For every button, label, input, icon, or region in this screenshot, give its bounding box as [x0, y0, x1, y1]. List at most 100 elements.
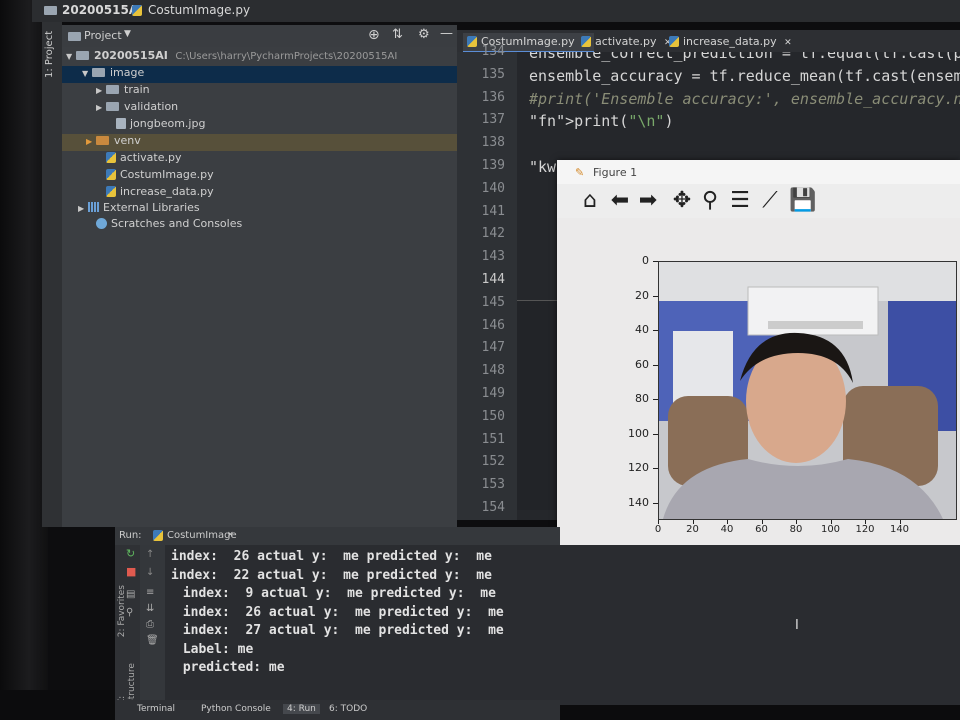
x-tick-label: 120: [855, 524, 875, 535]
forward-icon[interactable]: ➡: [635, 188, 661, 214]
rerun-icon[interactable]: ↻: [126, 547, 135, 560]
tab-terminal[interactable]: Terminal: [137, 704, 175, 714]
tree-item-validation[interactable]: ▶ validation: [96, 100, 178, 117]
console-line: index: 26 actual y: me predicted y: me: [171, 549, 492, 564]
tree-item-activate[interactable]: activate.py: [106, 151, 181, 168]
close-icon[interactable]: ✕: [784, 38, 792, 48]
folder-icon: [96, 136, 109, 145]
tree-item-venv[interactable]: ▶ venv: [62, 134, 457, 151]
tab-todo[interactable]: 6: TODO: [329, 704, 367, 714]
expand-arrow-icon[interactable]: ▼: [82, 69, 92, 78]
tree-item-image[interactable]: ▼ image: [62, 66, 457, 83]
project-toolbar: Project ▼ ⊕ ⇅ ⚙ —: [62, 25, 457, 47]
bottom-tool-tabs: Terminal Python Console 4: Run 6: TODO: [115, 700, 560, 720]
x-tick-mark: [658, 520, 659, 524]
project-view-selector[interactable]: Project: [84, 29, 122, 42]
home-icon[interactable]: ⌂: [577, 188, 603, 214]
figure-toolbar: ⌂ ⬅ ➡ ✥ ⚲ ☰ ⟋ 💾: [557, 184, 960, 218]
tree-item-external-libraries[interactable]: ▶ External Libraries: [78, 201, 200, 218]
breadcrumb-file[interactable]: CostumImage.py: [148, 3, 250, 17]
up-icon[interactable]: ↑: [146, 549, 154, 560]
figure-title: Figure 1: [593, 166, 638, 179]
tree-item-root[interactable]: ▼ 20200515AI C:\Users\harry\PycharmProjec…: [66, 49, 456, 66]
trash-icon[interactable]: 🗑: [146, 635, 159, 646]
line-number: 150: [481, 408, 505, 424]
down-icon[interactable]: ↓: [146, 567, 154, 578]
line-number: 152: [481, 454, 505, 470]
folder-icon: [106, 85, 119, 94]
close-icon[interactable]: ✕: [227, 530, 234, 539]
structure-tool-button[interactable]: Z: Structure: [117, 653, 137, 705]
figure-title-bar: ✎ Figure 1: [557, 160, 960, 184]
layout-icon[interactable]: ▤: [126, 589, 135, 600]
image-file-icon: [116, 118, 126, 129]
line-number: 134: [481, 44, 505, 59]
tree-item-scratches[interactable]: Scratches and Consoles: [96, 217, 242, 234]
scroll-end-icon[interactable]: ⇊: [146, 603, 154, 614]
monitor-bezel: [0, 0, 48, 720]
expand-arrow-icon[interactable]: ▼: [66, 52, 76, 61]
code-line: ensemble_correct_prediction = tf.equal(t…: [529, 52, 960, 62]
x-tick-label: 0: [654, 524, 662, 535]
tree-item-train[interactable]: ▶ train: [96, 83, 150, 100]
line-number: 148: [481, 363, 505, 379]
folder-icon: [76, 51, 89, 60]
x-tick-label: 80: [789, 524, 803, 535]
code-line: ensemble_accuracy = tf.reduce_mean(tf.ca…: [529, 66, 960, 85]
collapsed-arrow-icon[interactable]: ▶: [86, 137, 96, 146]
pan-icon[interactable]: ✥: [669, 188, 695, 214]
editor-tab-bar: CostumImage.py ✕ activate.py ✕ increase_…: [457, 30, 960, 53]
code-line: #print('Ensemble accuracy:', ensemble_ac…: [529, 89, 960, 108]
gear-icon[interactable]: ⚙: [418, 27, 430, 42]
project-path: C:\Users\harry\PycharmProjects\20200515A…: [175, 51, 398, 62]
console-output[interactable]: index: 26 actual y: me predicted y: me in…: [165, 545, 960, 705]
tab-python-console[interactable]: Python Console: [201, 704, 271, 714]
line-number: 137: [481, 112, 505, 128]
wrap-icon[interactable]: ≡: [146, 587, 154, 598]
y-tick-mark: [653, 295, 658, 297]
stop-icon[interactable]: ■: [126, 565, 136, 578]
x-tick-mark: [692, 520, 694, 524]
y-tick-label: 40: [635, 323, 649, 336]
breadcrumb-project[interactable]: 20200515AI: [62, 3, 143, 17]
tree-item-costumimage[interactable]: CostumImage.py: [106, 168, 214, 185]
lines-icon[interactable]: ⟋: [757, 188, 783, 214]
x-tick-label: 140: [889, 524, 910, 535]
print-icon[interactable]: ⎙: [146, 619, 154, 630]
locate-icon[interactable]: ⊕: [368, 27, 380, 43]
line-number: 141: [481, 203, 505, 219]
tree-item-jongbeom[interactable]: jongbeom.jpg: [116, 117, 205, 134]
line-number: 143: [481, 249, 505, 265]
x-tick-mark: [761, 520, 763, 524]
collapsed-arrow-icon[interactable]: ▶: [78, 204, 88, 213]
python-file-icon: [106, 169, 116, 180]
scratch-icon: [96, 218, 107, 229]
x-tick-label: 100: [820, 524, 841, 535]
python-file-icon: [106, 186, 116, 197]
y-tick-mark: [653, 261, 658, 262]
x-tick-mark: [865, 520, 866, 524]
line-number: 154: [481, 500, 505, 515]
run-toolbar: ↻ ■ ↑ ↓ ≡ ⇊ ⎙ 🗑 ▤ ⚲: [126, 545, 165, 705]
project-tool-button[interactable]: 1: Project: [44, 28, 60, 78]
save-icon[interactable]: 💾: [789, 188, 816, 214]
chevron-down-icon[interactable]: ▼: [124, 29, 131, 39]
line-number: 149: [481, 386, 505, 401]
collapsed-arrow-icon[interactable]: ▶: [96, 103, 106, 112]
console-line: index: 22 actual y: me predicted y: me: [171, 567, 492, 583]
mouse-cursor: I: [795, 618, 799, 633]
back-icon[interactable]: ⬅: [607, 188, 633, 214]
collapse-icon[interactable]: ⇅: [392, 27, 403, 42]
zoom-icon[interactable]: ⚲: [697, 188, 723, 214]
pin-icon[interactable]: ⚲: [126, 607, 133, 618]
collapsed-arrow-icon[interactable]: ▶: [96, 86, 106, 95]
folder-icon: [44, 6, 57, 15]
project-panel: ▼ 20200515AI C:\Users\harry\PycharmProjec…: [62, 47, 457, 527]
line-number: 153: [481, 477, 505, 493]
subplots-icon[interactable]: ☰: [727, 188, 753, 214]
tab-increase-data[interactable]: increase_data.py ✕: [665, 33, 796, 51]
tab-activate[interactable]: activate.py ✕: [577, 33, 676, 51]
tab-run[interactable]: 4: Run: [283, 704, 320, 714]
tree-item-increase-data[interactable]: increase_data.py: [106, 185, 214, 202]
hide-icon[interactable]: —: [440, 26, 453, 41]
